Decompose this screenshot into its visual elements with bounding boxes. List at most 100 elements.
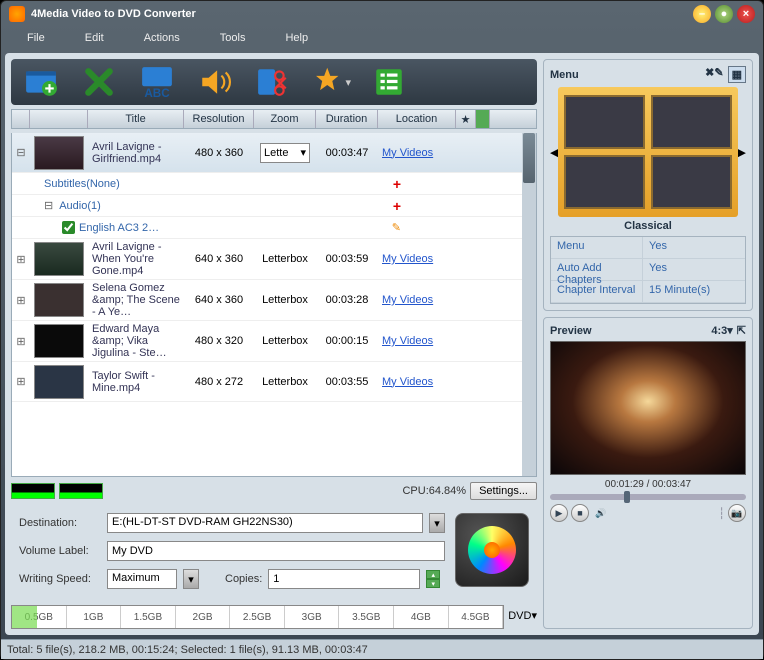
theme-tile [651,95,732,149]
cell-res: 480 x 360 [184,145,254,161]
close-button[interactable]: × [737,5,755,23]
location-link[interactable]: My Videos [382,376,433,388]
col-resolution[interactable]: Resolution [184,110,254,128]
cell-title: Avril Lavigne - Girlfriend.mp4 [88,139,184,167]
table-row[interactable]: ⊟ Avril Lavigne - Girlfriend.mp4 480 x 3… [12,133,536,173]
disc-type-select[interactable]: DVD▾ [508,609,537,622]
add-video-button[interactable] [21,64,61,100]
toolbar: ABC ▾ [11,59,537,105]
cpu-graph-icon [11,483,55,499]
destination-select[interactable]: E:(HL-DT-ST DVD-RAM GH22NS30) [107,513,423,533]
svg-text:ABC: ABC [144,87,170,99]
aspect-select[interactable]: 4:3▾ [711,324,732,337]
thumbnail [34,136,84,170]
menu-actions[interactable]: Actions [144,32,180,44]
menu-theme-preview[interactable] [558,87,737,217]
thumbnail [34,242,84,276]
location-link[interactable]: My Videos [382,335,433,347]
volume-input[interactable] [107,541,445,561]
edit-track-button[interactable]: ✎ [392,221,401,234]
table-row[interactable]: ⊞ Avril Lavigne - When You're Gone.mp4 6… [12,239,536,280]
menu-file[interactable]: File [27,32,45,44]
table-row[interactable]: ⊞ Selena Gomez &amp; The Scene - A Ye… 6… [12,280,536,321]
audio-row[interactable]: ⊟Audio(1)+ [12,195,536,217]
menu-templates-icon[interactable]: ▦ [728,66,746,83]
theme-next-button[interactable]: ▶ [738,146,746,159]
col-star[interactable]: ★ [456,110,476,128]
menu-properties: MenuYes Auto Add ChaptersYes Chapter Int… [550,236,746,304]
menu-panel: Menu ✖✎ ▦ ◀ [543,59,753,311]
divider: ┆ [718,507,725,520]
thumbnail [34,324,84,358]
expand-toggle[interactable]: ⊞ [12,251,30,268]
speed-label: Writing Speed: [19,573,101,585]
copies-input[interactable] [268,569,420,589]
theme-prev-button[interactable]: ◀ [550,146,558,159]
list-header: Title Resolution Zoom Duration Location … [11,109,537,129]
table-row[interactable]: ⊞ Edward Maya &amp; Vika Jigulina - Ste…… [12,321,536,362]
table-row[interactable]: ⊞ Taylor Swift - Mine.mp4 480 x 272 Lett… [12,362,536,402]
location-link[interactable]: My Videos [382,294,433,306]
burn-button[interactable] [455,513,529,587]
copies-down[interactable]: ▾ [426,579,440,588]
chapter-abc-button[interactable]: ABC [137,64,177,100]
app-title: 4Media Video to DVD Converter [31,8,196,20]
effects-button[interactable]: ▾ [311,64,351,100]
status-text: Total: 5 file(s), 218.2 MB, 00:15:24; Se… [7,644,368,656]
seek-slider[interactable] [550,494,746,500]
cell-dur: 00:03:47 [316,145,378,161]
preview-title: Preview [550,325,592,337]
remove-button[interactable] [79,64,119,100]
popout-icon[interactable]: ⇱ [737,324,746,337]
speed-dropdown[interactable]: ▾ [183,569,199,589]
theme-tile [651,155,732,209]
menu-edit-icon[interactable]: ✖✎ [705,66,723,83]
menu-tools[interactable]: Tools [220,32,246,44]
play-button[interactable]: ▶ [550,504,568,522]
destination-label: Destination: [19,517,101,529]
col-title[interactable]: Title [88,110,184,128]
clip-cut-button[interactable] [253,64,293,100]
audio-button[interactable] [195,64,235,100]
expand-toggle[interactable]: ⊟ [12,144,30,161]
output-settings: Destination: E:(HL-DT-ST DVD-RAM GH22NS3… [11,505,537,597]
menu-help[interactable]: Help [285,32,308,44]
cpu-graph-icon [59,483,103,499]
app-window: 4Media Video to DVD Converter – ● × File… [0,0,764,660]
col-duration[interactable]: Duration [316,110,378,128]
thumbnail [34,283,84,317]
destination-dropdown[interactable]: ▾ [429,513,445,533]
track-checkbox[interactable] [62,221,75,234]
col-location[interactable]: Location [378,110,456,128]
volume-slider[interactable] [613,511,715,515]
copies-up[interactable]: ▴ [426,570,440,579]
col-zoom[interactable]: Zoom [254,110,316,128]
preview-video[interactable] [550,341,746,475]
disc-size-bar: 0.5GB 1GB 1.5GB 2GB 2.5GB 3GB 3.5GB 4GB … [11,605,504,629]
size-fill [12,606,37,628]
zoom-select[interactable]: Lette▾ [260,143,310,163]
snapshot-button[interactable]: 📷 [728,504,746,522]
status-bar: Total: 5 file(s), 218.2 MB, 00:15:24; Se… [1,639,763,659]
mute-button[interactable]: 🔊 [592,504,610,522]
stop-button[interactable]: ■ [571,504,589,522]
file-list: ⊟ Avril Lavigne - Girlfriend.mp4 480 x 3… [11,133,537,477]
app-logo-icon [9,6,25,22]
menubar: File Edit Actions Tools Help [1,27,763,49]
speed-select[interactable]: Maximum [107,569,177,589]
add-audio-button[interactable]: + [393,198,401,214]
expand-toggle[interactable]: ⊞ [12,292,30,309]
menu-edit[interactable]: Edit [85,32,104,44]
audio-track-row[interactable]: English AC3 2…✎ [12,217,536,239]
settings-button[interactable]: Settings... [470,482,537,500]
location-link[interactable]: My Videos [382,253,433,265]
minimize-button[interactable]: – [693,5,711,23]
location-link[interactable]: My Videos [382,147,433,159]
list-options-button[interactable] [369,64,409,100]
subtitles-row[interactable]: Subtitles(None)+ [12,173,536,195]
expand-toggle[interactable]: ⊞ [12,373,30,390]
add-subtitle-button[interactable]: + [393,176,401,192]
scrollbar-vertical[interactable] [522,133,536,476]
expand-toggle[interactable]: ⊞ [12,333,30,350]
maximize-button[interactable]: ● [715,5,733,23]
